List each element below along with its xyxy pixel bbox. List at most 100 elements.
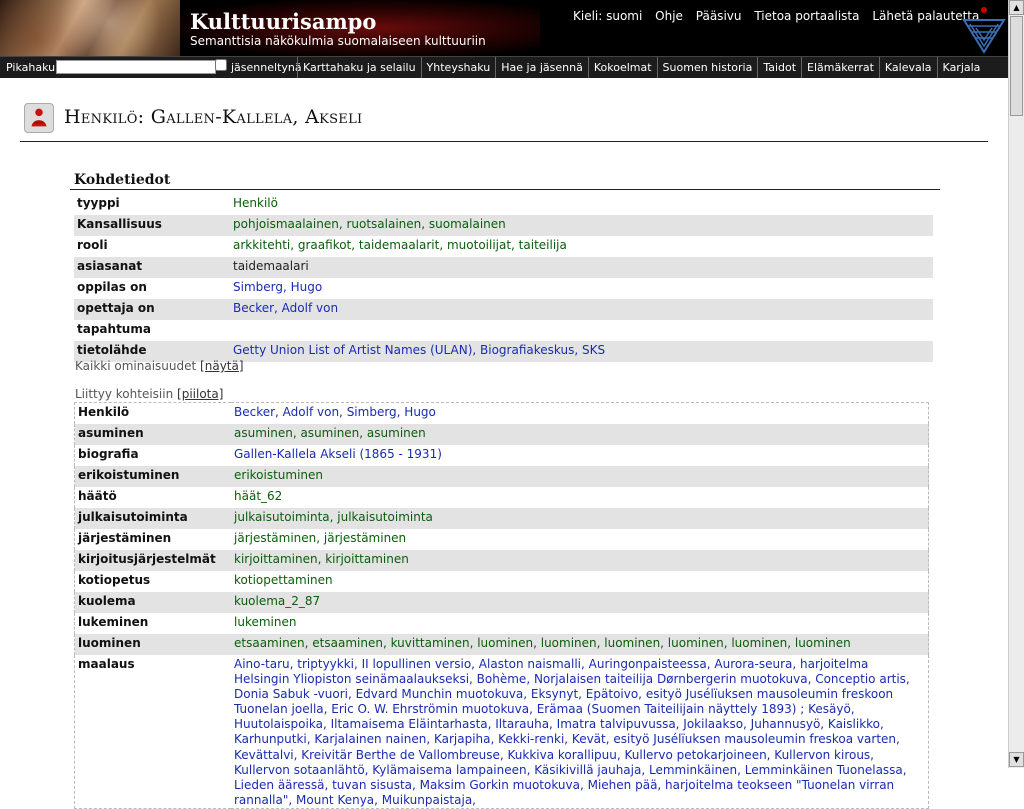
property-value[interactable]: lukeminen — [231, 613, 929, 634]
property-value: taidemaalari — [230, 257, 933, 278]
property-value[interactable]: etsaaminen, etsaaminen, kuvittaminen, lu… — [231, 634, 929, 655]
property-value[interactable]: kuolema_2_87 — [231, 592, 929, 613]
related-table: Henkilö Becker, Adolf von, Simberg, Hugo a… — [74, 402, 929, 809]
quick-search-input[interactable] — [56, 60, 216, 74]
property-key: kirjoitusjärjestelmät — [74, 550, 231, 571]
property-value[interactable]: pohjoismaalainen, ruotsalainen, suomalai… — [230, 215, 933, 236]
nav-item-relation-search[interactable]: Yhteyshaku — [420, 57, 496, 78]
property-key: Henkilö — [78, 405, 130, 419]
property-key: julkaisutoiminta — [74, 508, 231, 529]
site-subtitle: Semanttisia näkökulmia suomalaiseen kult… — [190, 34, 486, 48]
property-key: erikoistuminen — [74, 466, 231, 487]
property-key: häätö — [78, 489, 117, 503]
structured-checkbox-label: jäsenneltynä — [231, 61, 302, 74]
property-key: kotiopetus — [78, 573, 151, 587]
details-table: tyyppi Henkilö Kansallisuus pohjoismaalaine… — [74, 194, 933, 362]
table-row: Kansallisuus pohjoismaalainen, ruotsalain… — [74, 215, 933, 236]
property-key: rooli — [77, 238, 108, 252]
scroll-down-icon[interactable]: ▼ — [1009, 752, 1024, 767]
site-title[interactable]: Kulttuurisampo — [190, 9, 376, 34]
property-key: asuminen — [74, 424, 231, 445]
nav-item-search-structure[interactable]: Hae ja jäsennä — [495, 57, 588, 78]
table-row: rooli arkkitehti, graafikot, taidemaalari… — [74, 236, 933, 257]
details-heading: Kohdetiedot — [74, 172, 171, 188]
nav-item-collections[interactable]: Kokoelmat — [587, 57, 657, 78]
property-value[interactable]: julkaisutoiminta, julkaisutoiminta — [231, 508, 929, 529]
title-divider — [20, 141, 988, 142]
property-value[interactable]: erikoistuminen — [231, 466, 929, 487]
language-link[interactable]: Kieli: suomi — [573, 9, 642, 23]
property-value — [230, 320, 933, 341]
nav-item-karelia[interactable]: Karjala — [936, 57, 986, 78]
property-value[interactable]: kirjoittaminen, kirjoittaminen — [231, 550, 929, 571]
table-row: Henkilö Becker, Adolf von, Simberg, Hugo — [75, 403, 929, 425]
table-row: asiasanat taidemaalari — [74, 257, 933, 278]
property-value[interactable]: häät_62 — [231, 487, 929, 508]
property-key: järjestäminen — [78, 531, 172, 545]
home-link[interactable]: Pääsivu — [696, 9, 742, 23]
quick-search-label: Pikahaku: — [6, 61, 59, 74]
table-row: kirjoitusjärjestelmät kirjoittaminen, kir… — [74, 550, 929, 571]
related-toggle[interactable]: [piilota] — [177, 387, 223, 401]
table-row: oppilas on Simberg, Hugo — [74, 278, 933, 299]
property-key: opettaja on — [74, 299, 230, 320]
table-row: erikoistuminen erikoistuminen — [74, 466, 929, 487]
site-header: Kulttuurisampo Semanttisia näkökulmia su… — [0, 0, 1008, 56]
details-divider — [70, 189, 940, 190]
all-properties-label: Kaikki ominaisuudet — [75, 359, 197, 373]
table-row: kuolema kuolema_2_87 — [74, 592, 929, 613]
property-value[interactable]: Becker, Adolf von, Simberg, Hugo — [231, 403, 929, 425]
help-link[interactable]: Ohje — [655, 9, 683, 23]
property-value[interactable]: kotiopettaminen — [231, 571, 929, 592]
page-title: Henkilö: Gallen-Kallela, Akseli — [64, 106, 363, 128]
scroll-up-icon[interactable]: ▲ — [1009, 0, 1024, 15]
structured-checkbox[interactable] — [215, 59, 227, 71]
property-value[interactable]: Gallen-Kallela Akseli (1865 - 1931) — [231, 445, 929, 466]
property-key: maalaus — [78, 657, 135, 671]
related-label: Liittyy kohteisiin — [75, 387, 174, 401]
property-value[interactable]: Becker, Adolf von — [230, 299, 933, 320]
table-row: järjestäminen järjestäminen, järjestämine… — [75, 529, 929, 550]
property-key: tyyppi — [77, 196, 120, 210]
property-value[interactable]: asuminen, asuminen, asuminen — [231, 424, 929, 445]
property-value[interactable]: Henkilö — [230, 194, 933, 215]
property-value[interactable]: arkkitehti, graafikot, taidemaalarit, mu… — [230, 236, 933, 257]
about-link[interactable]: Tietoa portaalista — [754, 9, 859, 23]
vertical-scrollbar[interactable]: ▲ ▼ — [1008, 0, 1024, 768]
table-row: häätö häät_62 — [75, 487, 929, 508]
property-key: luominen — [74, 634, 231, 655]
table-row: maalaus Aino-taru, triptyykki, II lopulli… — [75, 655, 929, 808]
table-row: opettaja on Becker, Adolf von — [74, 299, 933, 320]
table-row: tyyppi Henkilö — [74, 194, 933, 215]
all-properties-toggle[interactable]: [näytä] — [200, 359, 243, 373]
property-key: biografia — [78, 447, 139, 461]
property-key: oppilas on — [77, 280, 147, 294]
property-value[interactable]: järjestäminen, järjestäminen — [231, 529, 929, 550]
scrollbar-thumb[interactable] — [1010, 16, 1023, 116]
table-row: kotiopetus kotiopettaminen — [75, 571, 929, 592]
nav-items: Karttahaku ja selailu Yhteyshaku Hae ja … — [297, 57, 985, 78]
table-row: lukeminen lukeminen — [75, 613, 929, 634]
related-line: Liittyy kohteisiin [piilota] — [75, 387, 223, 401]
nav-item-kalevala[interactable]: Kalevala — [878, 57, 937, 78]
all-properties-line: Kaikki ominaisuudet [näytä] — [75, 359, 244, 373]
header-painting-image — [0, 0, 182, 56]
portal-logo-icon — [962, 7, 1006, 54]
table-row: asuminen asuminen, asuminen, asuminen — [74, 424, 929, 445]
nav-item-finnish-history[interactable]: Suomen historia — [656, 57, 758, 78]
paintings-list[interactable]: Aino-taru, triptyykki, II lopullinen ver… — [231, 655, 929, 808]
nav-item-biographies[interactable]: Elämäkerrat — [801, 57, 879, 78]
property-key: kuolema — [74, 592, 231, 613]
property-key: asiasanat — [74, 257, 230, 278]
top-links: Kieli: suomi Ohje Pääsivu Tietoa portaal… — [573, 9, 988, 23]
navigation-bar: Pikahaku: jäsenneltynä Karttahaku ja sel… — [0, 56, 1008, 78]
property-value[interactable]: Getty Union List of Artist Names (ULAN),… — [230, 341, 933, 362]
table-row: biografia Gallen-Kallela Akseli (1865 - 1… — [75, 445, 929, 466]
property-value[interactable]: Simberg, Hugo — [230, 278, 933, 299]
person-icon — [24, 103, 54, 133]
table-row: tapahtuma — [74, 320, 933, 341]
table-row: julkaisutoiminta julkaisutoiminta, julkai… — [74, 508, 929, 529]
nav-item-skills[interactable]: Taidot — [757, 57, 801, 78]
table-row: luominen etsaaminen, etsaaminen, kuvittam… — [74, 634, 929, 655]
nav-item-map-search[interactable]: Karttahaku ja selailu — [297, 57, 421, 78]
